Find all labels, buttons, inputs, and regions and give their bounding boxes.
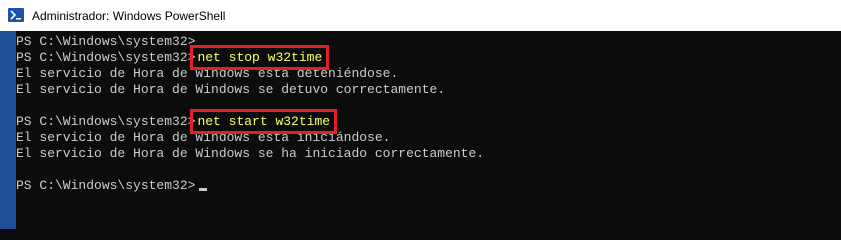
console-line: El servicio de Hora de Windows se detuvo… [16,82,841,98]
output-text: El servicio de Hora de Windows se ha ini… [16,146,485,161]
console-line: PS C:\Windows\system32> net stop w32time [16,45,841,70]
console-output[interactable]: PS C:\Windows\system32> PS C:\Windows\sy… [16,34,841,229]
console-line: El servicio de Hora de Windows está inic… [16,130,841,146]
title-bar[interactable]: Administrador: Windows PowerShell [0,0,841,31]
command-net-start: net start w32time [190,109,338,134]
prompt-text: PS C:\Windows\system32> [16,34,196,49]
output-text: El servicio de Hora de Windows se detuvo… [16,82,446,97]
console-line: PS C:\Windows\system32> net start w32time [16,109,841,134]
console-line[interactable]: PS C:\Windows\system32> [16,178,841,194]
text-cursor [199,188,208,191]
powershell-window: Administrador: Windows PowerShell PS C:\… [0,0,841,229]
window-title: Administrador: Windows PowerShell [32,9,226,23]
prompt-text: PS C:\Windows\system32> [16,50,196,65]
output-text: El servicio de Hora de Windows está dete… [16,66,399,81]
console-line: El servicio de Hora de Windows se ha ini… [16,146,841,162]
command-net-stop: net stop w32time [190,45,330,70]
output-text: El servicio de Hora de Windows está inic… [16,130,391,145]
powershell-icon[interactable] [8,8,24,22]
prompt-text: PS C:\Windows\system32> [16,114,196,129]
console-line: El servicio de Hora de Windows está dete… [16,66,841,82]
prompt-text: PS C:\Windows\system32> [16,178,196,193]
window-border [0,31,16,229]
console-line: PS C:\Windows\system32> [16,34,841,50]
